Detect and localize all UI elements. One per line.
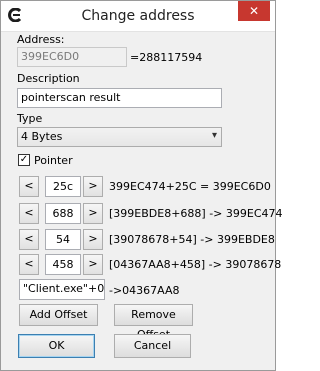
add-offset-button[interactable]: Add Offset — [19, 304, 98, 326]
type-select[interactable]: 4 Bytes ▾ — [17, 127, 222, 147]
offset-input[interactable]: 25c — [45, 176, 81, 197]
offset-increment-button[interactable]: > — [83, 176, 103, 197]
address-resolved-value: =288117594 — [130, 51, 203, 64]
change-address-dialog: Change address ✕ Address: 399EC6D0 =2881… — [0, 0, 283, 371]
type-selected-value: 4 Bytes — [21, 130, 63, 143]
address-field[interactable]: 399EC6D0 — [17, 47, 127, 67]
window-title: Change address — [81, 8, 195, 24]
offset-increment-button[interactable]: > — [83, 229, 103, 250]
offset-increment-button[interactable]: > — [83, 203, 103, 224]
offset-decrement-button[interactable]: < — [19, 254, 39, 275]
offset-result: 399EC474+25C = 399EC6D0 — [109, 180, 271, 193]
base-address-input[interactable]: "Client.exe"+0069 — [19, 279, 105, 300]
description-label: Description — [17, 72, 80, 85]
offset-result: [39078678+54] -> 399EBDE8 — [109, 233, 275, 246]
type-label: Type — [17, 112, 43, 125]
cancel-button[interactable]: Cancel — [114, 334, 191, 358]
description-field[interactable]: pointerscan result — [17, 88, 222, 108]
pointer-label: Pointer — [34, 154, 73, 167]
title-bar: Change address ✕ — [1, 1, 275, 32]
offset-input[interactable]: 458 — [45, 254, 81, 275]
offset-input[interactable]: 54 — [45, 229, 81, 250]
base-address-result: ->04367AA8 — [109, 284, 180, 297]
remove-offset-button[interactable]: Remove Offset — [114, 304, 193, 341]
offset-result: [399EBDE8+688] -> 399EC474 — [109, 207, 283, 220]
chevron-down-icon: ▾ — [211, 130, 217, 141]
close-button[interactable]: ✕ — [238, 1, 270, 21]
offset-input[interactable]: 688 — [45, 203, 81, 224]
ok-button[interactable]: OK — [18, 334, 95, 358]
offset-result: [04367AA8+458] -> 39078678 — [109, 258, 282, 271]
checkmark-icon: ✓ — [19, 154, 29, 165]
offset-increment-button[interactable]: > — [83, 254, 103, 275]
offset-decrement-button[interactable]: < — [19, 176, 39, 197]
offset-decrement-button[interactable]: < — [19, 229, 39, 250]
address-label: Address: — [17, 33, 65, 46]
pointer-checkbox[interactable]: ✓ — [18, 154, 30, 166]
offset-decrement-button[interactable]: < — [19, 203, 39, 224]
